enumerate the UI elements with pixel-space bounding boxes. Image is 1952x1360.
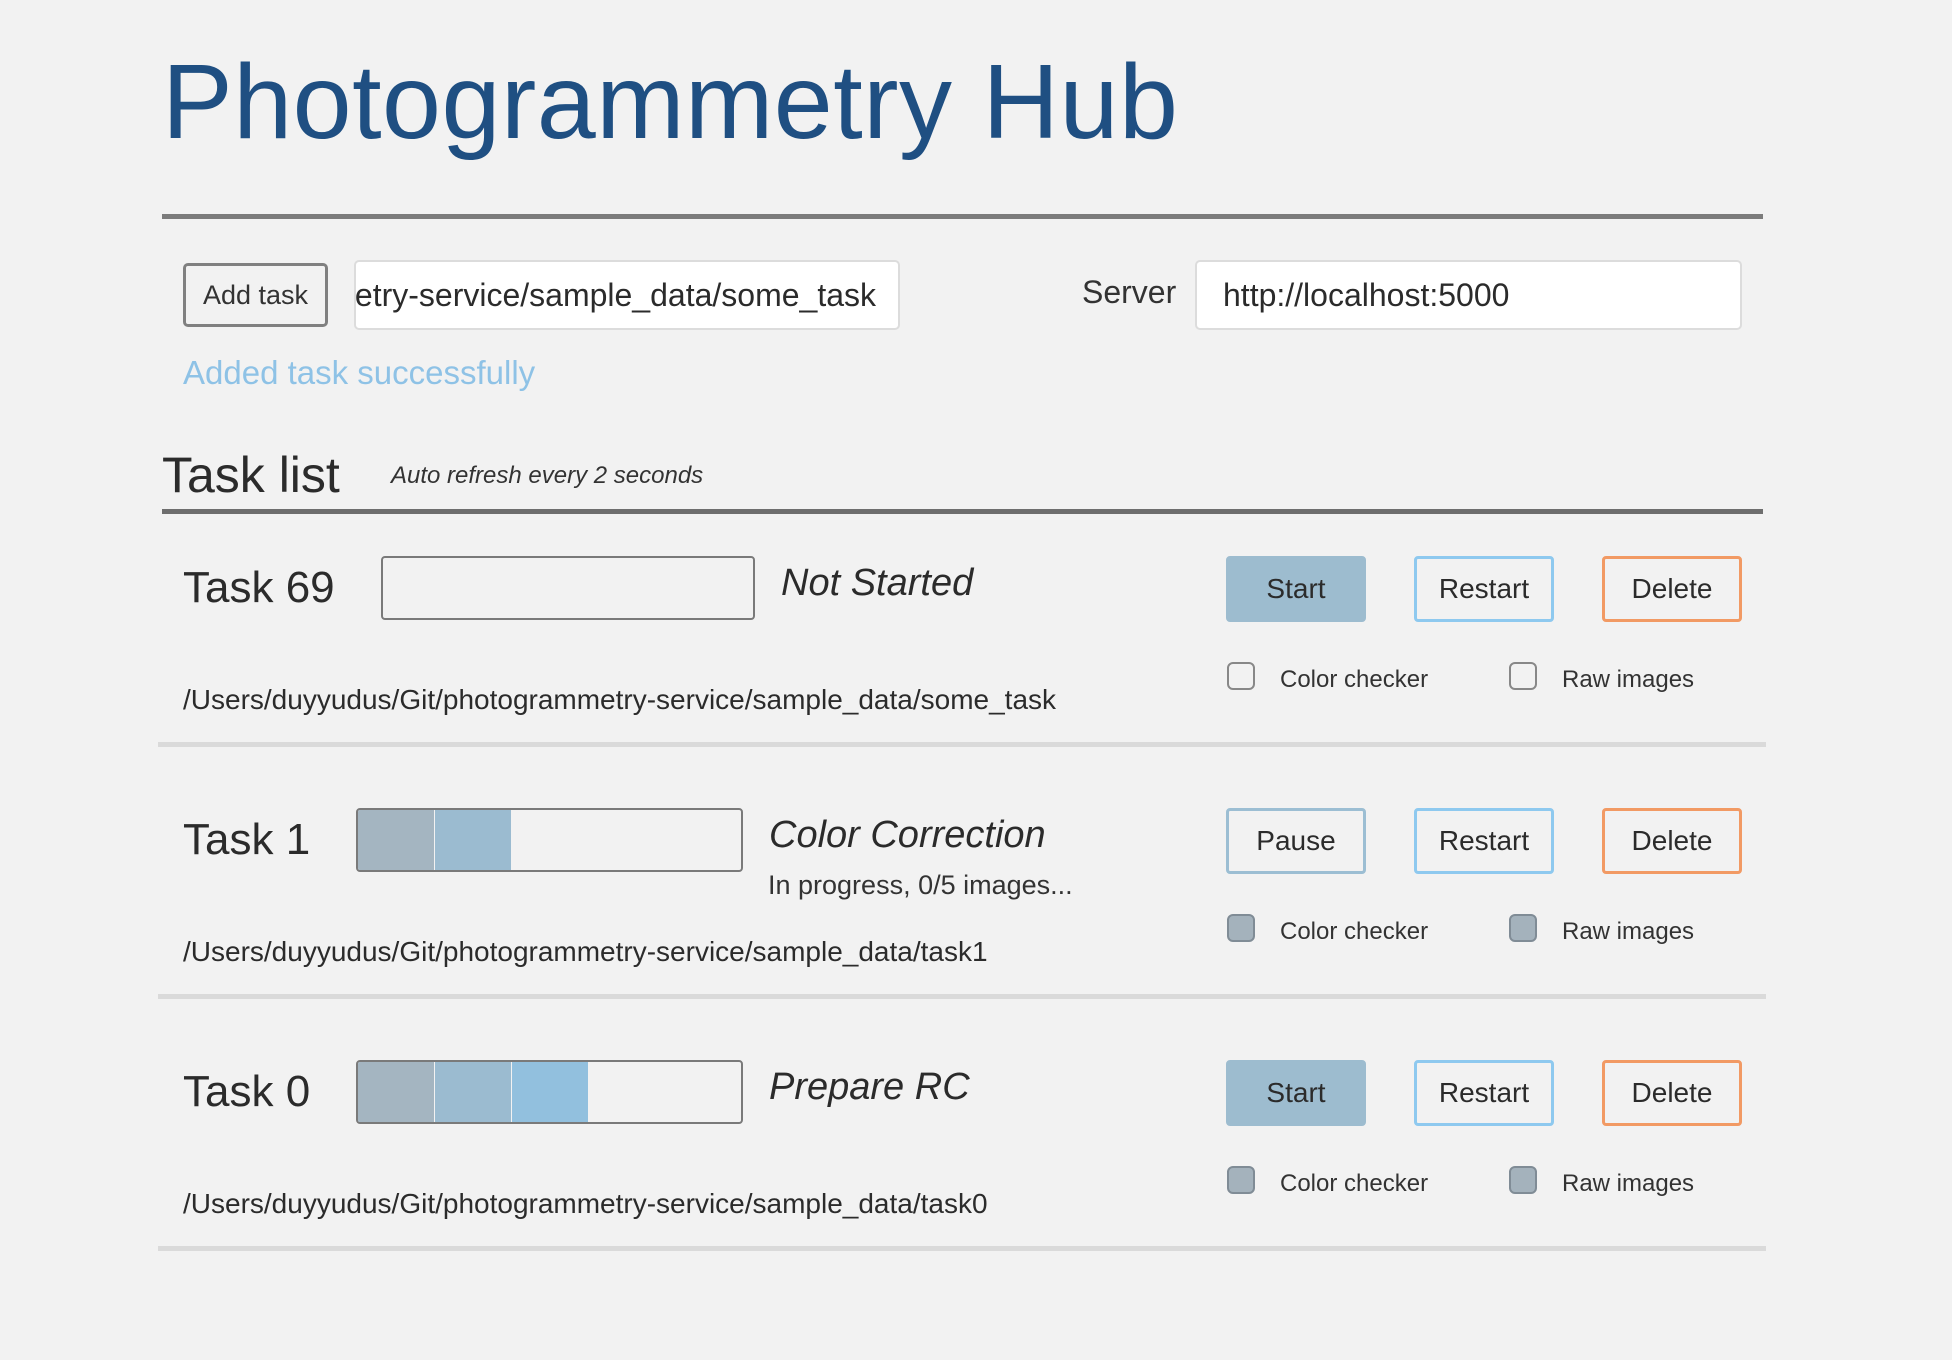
task-name: Task 69 <box>183 563 335 612</box>
progress-segment <box>435 810 511 870</box>
progress-segment <box>512 1062 588 1122</box>
raw-images-label: Raw images <box>1562 666 1695 693</box>
task-path-value: /Users/duyyudus/Git/photogrammetry-servi… <box>354 277 876 313</box>
raw-images-label: Raw images <box>1562 918 1695 945</box>
task-row: Task 69 Not Started /Users/duyyudus/Git/… <box>0 514 1952 766</box>
color-checker-checkbox[interactable] <box>1227 1166 1255 1194</box>
restart-button[interactable]: Restart <box>1414 808 1554 874</box>
start-button[interactable]: Start <box>1226 556 1366 622</box>
color-checker-label: Color checker <box>1280 666 1429 693</box>
server-input[interactable]: http://localhost:5000 <box>1195 260 1742 330</box>
task-list-heading: Task list <box>162 447 340 503</box>
raw-images-checkbox[interactable] <box>1509 662 1537 690</box>
task-path-input[interactable]: /Users/duyyudus/Git/photogrammetry-servi… <box>354 260 900 330</box>
row-divider <box>158 994 1766 999</box>
page-title: Photogrammetry Hub <box>162 43 1179 161</box>
task-stage: Color Correction <box>769 814 1046 856</box>
task-path: /Users/duyyudus/Git/photogrammetry-servi… <box>183 936 988 967</box>
task-name: Task 1 <box>183 815 311 864</box>
progress-bar <box>356 808 743 872</box>
raw-images-checkbox[interactable] <box>1509 914 1537 942</box>
task-stage: Not Started <box>781 562 974 604</box>
auto-refresh-note: Auto refresh every 2 seconds <box>391 462 704 489</box>
progress-segment <box>358 810 434 870</box>
server-label: Server <box>1082 274 1177 310</box>
add-task-button[interactable]: Add task <box>183 263 328 327</box>
progress-bar <box>381 556 755 620</box>
task-name: Task 0 <box>183 1067 311 1116</box>
delete-button[interactable]: Delete <box>1602 556 1742 622</box>
restart-button[interactable]: Restart <box>1414 1060 1554 1126</box>
row-divider <box>158 1246 1766 1251</box>
task-path: /Users/duyyudus/Git/photogrammetry-servi… <box>183 684 1057 715</box>
color-checker-label: Color checker <box>1280 918 1429 945</box>
task-row: Task 0 Prepare RC /Users/duyyudus/Git/ph… <box>0 1018 1952 1270</box>
progress-segment <box>435 1062 511 1122</box>
row-divider <box>158 742 1766 747</box>
start-button[interactable]: Start <box>1226 1060 1366 1126</box>
restart-button[interactable]: Restart <box>1414 556 1554 622</box>
header-divider <box>162 214 1763 219</box>
task-row: Task 1 Color Correction In progress, 0/5… <box>0 766 1952 1018</box>
color-checker-checkbox[interactable] <box>1227 662 1255 690</box>
delete-button[interactable]: Delete <box>1602 808 1742 874</box>
task-substatus: In progress, 0/5 images... <box>768 870 1073 900</box>
color-checker-label: Color checker <box>1280 1170 1429 1197</box>
delete-button[interactable]: Delete <box>1602 1060 1742 1126</box>
color-checker-checkbox[interactable] <box>1227 914 1255 942</box>
task-path: /Users/duyyudus/Git/photogrammetry-servi… <box>183 1188 988 1219</box>
status-message: Added task successfully <box>183 354 536 391</box>
server-value: http://localhost:5000 <box>1223 277 1510 313</box>
raw-images-checkbox[interactable] <box>1509 1166 1537 1194</box>
task-stage: Prepare RC <box>769 1066 970 1108</box>
raw-images-label: Raw images <box>1562 1170 1695 1197</box>
progress-bar <box>356 1060 743 1124</box>
progress-segment <box>358 1062 434 1122</box>
pause-button[interactable]: Pause <box>1226 808 1366 874</box>
